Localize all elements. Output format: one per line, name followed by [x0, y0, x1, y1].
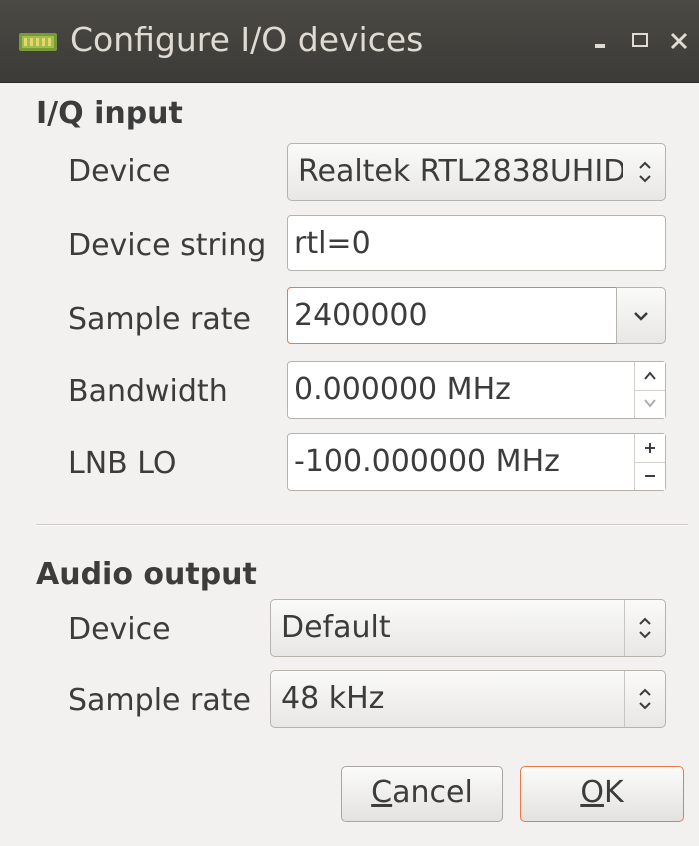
- bandwidth-value: 0.000000 MHz: [294, 372, 511, 407]
- device-string-label: Device string: [68, 228, 267, 263]
- lnb-lo-spin-buttons: [634, 434, 665, 490]
- dialog-window: Configure I/O devices I/Q input Device R…: [0, 0, 699, 846]
- title-bar[interactable]: Configure I/O devices: [0, 0, 699, 83]
- plus-icon: [645, 443, 655, 453]
- audio-device-label: Device: [68, 612, 171, 647]
- cancel-label-rest: ancel: [392, 775, 473, 810]
- iq-sample-rate-label: Sample rate: [68, 302, 251, 337]
- iq-sample-rate-input[interactable]: 2400000: [287, 287, 617, 344]
- bandwidth-increase[interactable]: [635, 362, 665, 391]
- close-icon: [670, 32, 688, 50]
- iq-sample-rate-value: 2400000: [294, 298, 428, 333]
- chevron-down-icon: [634, 312, 648, 321]
- section-divider: [36, 524, 688, 526]
- iq-sample-rate-dropdown[interactable]: [616, 287, 666, 344]
- bandwidth-spinbox[interactable]: 0.000000 MHz: [287, 361, 666, 419]
- audio-sample-rate-select[interactable]: 48 kHz: [270, 670, 666, 728]
- audio-sample-rate-value: 48 kHz: [281, 681, 385, 716]
- lnb-lo-value: -100.000000 MHz: [294, 444, 560, 479]
- maximize-button[interactable]: [625, 24, 655, 58]
- caret-up-icon: [644, 371, 656, 380]
- ok-mnemonic: O: [580, 775, 604, 810]
- audio-output-heading: Audio output: [36, 557, 257, 592]
- maximize-icon: [632, 33, 648, 47]
- lnb-lo-increase[interactable]: [635, 434, 665, 463]
- bandwidth-spin-buttons: [634, 362, 665, 418]
- cancel-mnemonic: C: [371, 775, 393, 810]
- bandwidth-decrease[interactable]: [635, 390, 665, 418]
- lnb-lo-spinbox[interactable]: -100.000000 MHz: [287, 433, 666, 491]
- updown-chevron-icon: [624, 600, 651, 656]
- cancel-button[interactable]: Cancel: [341, 766, 503, 822]
- pcb-board-icon: [19, 33, 57, 51]
- audio-sample-rate-label: Sample rate: [68, 683, 251, 718]
- window-title: Configure I/O devices: [70, 20, 424, 59]
- bandwidth-label: Bandwidth: [68, 374, 228, 409]
- minimize-icon: [595, 44, 605, 48]
- ok-button[interactable]: OK: [520, 766, 684, 822]
- iq-device-select[interactable]: Realtek RTL2838UHIDIR: [287, 143, 666, 201]
- updown-chevron-icon: [624, 671, 651, 727]
- iq-device-label: Device: [68, 154, 171, 189]
- iq-input-heading: I/Q input: [36, 96, 183, 131]
- audio-device-select[interactable]: Default: [270, 599, 666, 657]
- iq-device-value: Realtek RTL2838UHIDIR: [298, 154, 623, 189]
- lnb-lo-decrease[interactable]: [635, 462, 665, 490]
- close-button[interactable]: [664, 24, 694, 58]
- minimize-button[interactable]: [585, 24, 615, 58]
- lnb-lo-label: LNB LO: [68, 446, 177, 481]
- minus-icon: [645, 475, 655, 477]
- updown-chevron-icon: [639, 161, 651, 183]
- caret-down-icon: [644, 399, 656, 408]
- ok-label-rest: K: [603, 775, 624, 810]
- device-string-input[interactable]: rtl=0: [287, 215, 666, 271]
- audio-device-value: Default: [281, 610, 391, 645]
- device-string-value: rtl=0: [294, 226, 371, 261]
